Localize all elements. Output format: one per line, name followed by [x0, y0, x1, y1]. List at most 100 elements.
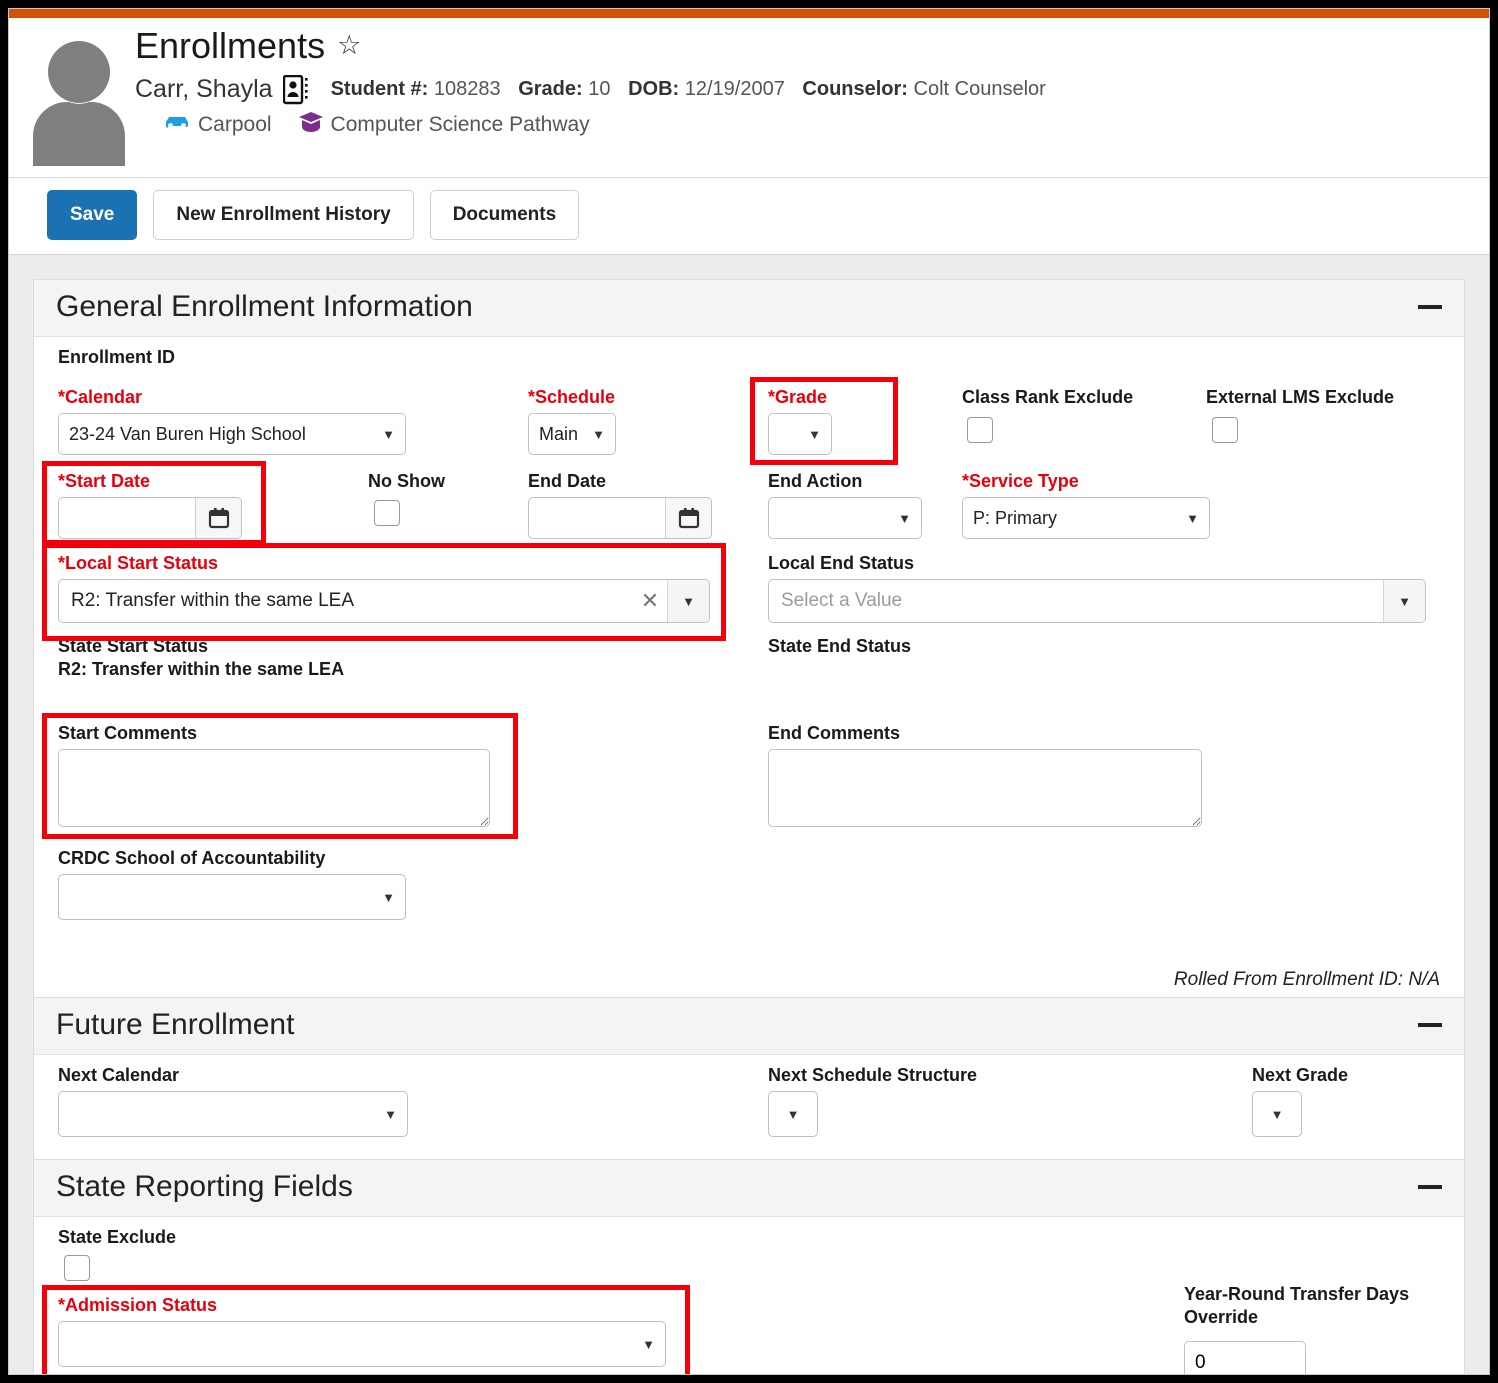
start-date-input[interactable] — [59, 498, 195, 538]
dob-label: DOB: — [628, 78, 680, 101]
future-enrollment-title: Future Enrollment — [56, 1008, 295, 1041]
avatar — [9, 26, 131, 171]
tag-carpool-label: Carpool — [198, 112, 272, 136]
grade-value: 10 — [588, 78, 611, 101]
clear-icon[interactable]: ✕ — [633, 580, 667, 622]
save-button[interactable]: Save — [47, 190, 138, 240]
state-exclude-label: State Exclude — [58, 1227, 177, 1247]
top-accent-bar — [9, 9, 1489, 18]
start-comments-textarea[interactable] — [58, 749, 490, 827]
next-calendar-select[interactable]: ▼ — [58, 1091, 408, 1137]
external-lms-exclude-checkbox[interactable] — [1212, 417, 1238, 443]
state-reporting-card: State Reporting Fields State Exclude *Ad… — [33, 1159, 1465, 1374]
calendar-label: *Calendar — [58, 387, 143, 407]
admission-status-select[interactable]: ▼ — [58, 1321, 666, 1367]
student-number-label: Student #: — [330, 78, 429, 101]
calendar-icon[interactable] — [665, 498, 711, 538]
crdc-school-label: CRDC School of Accountability — [58, 848, 326, 868]
no-show-label: No Show — [368, 471, 445, 491]
dob-value: 12/19/2007 — [684, 78, 785, 101]
start-comments-label: Start Comments — [58, 723, 198, 743]
end-action-label: End Action — [768, 471, 863, 491]
rolled-from-enrollment-id: Rolled From Enrollment ID: N/A — [1173, 969, 1440, 990]
tag-computer-science-pathway[interactable]: Computer Science Pathway — [298, 111, 590, 139]
admission-status-label: *Admission Status — [58, 1295, 218, 1315]
crdc-school-select[interactable]: ▼ — [58, 874, 406, 920]
service-type-select[interactable]: P: Primary ▼ — [962, 497, 1210, 539]
chevron-down-icon: ▼ — [808, 426, 821, 442]
minus-icon[interactable] — [1418, 305, 1442, 309]
next-grade-select[interactable]: ▼ — [1252, 1091, 1302, 1137]
state-reporting-body: State Exclude *Admission Status ▼ Year-R… — [34, 1217, 1464, 1374]
chevron-down-icon: ▼ — [382, 426, 395, 442]
action-toolbar: Save New Enrollment History Documents — [9, 178, 1489, 255]
grade-select[interactable]: ▼ — [768, 413, 832, 455]
class-rank-exclude-label: Class Rank Exclude — [962, 387, 1134, 407]
new-enrollment-history-button[interactable]: New Enrollment History — [153, 190, 414, 240]
chevron-down-icon: ▼ — [786, 1106, 800, 1122]
tag-pathway-label: Computer Science Pathway — [330, 112, 590, 136]
minus-icon[interactable] — [1418, 1185, 1442, 1189]
student-name: Carr, Shayla — [135, 75, 273, 104]
chevron-down-icon: ▼ — [384, 1106, 397, 1122]
end-date-input[interactable] — [529, 498, 665, 538]
calendar-icon[interactable] — [195, 498, 241, 538]
grade-select-label: *Grade — [768, 387, 828, 407]
app-window: Enrollments ☆ Carr, Shayla Student #: 10… — [8, 8, 1490, 1375]
tag-carpool[interactable]: Carpool — [163, 113, 272, 137]
chevron-down-icon[interactable]: ▼ — [667, 580, 709, 622]
chevron-down-icon: ▼ — [382, 889, 395, 905]
start-date-field[interactable] — [58, 497, 242, 539]
next-schedule-structure-label: Next Schedule Structure — [768, 1065, 978, 1085]
state-exclude-checkbox[interactable] — [64, 1255, 90, 1281]
form-area: General Enrollment Information Enrollmen… — [9, 255, 1489, 1374]
person-avatar-icon — [33, 41, 125, 166]
page-title: Enrollments — [135, 25, 326, 66]
counselor-label: Counselor: — [802, 78, 908, 101]
chevron-down-icon: ▼ — [898, 510, 911, 526]
general-enrollment-card: General Enrollment Information Enrollmen… — [33, 279, 1465, 997]
documents-button[interactable]: Documents — [429, 190, 580, 240]
calendar-value: 23-24 Van Buren High School — [69, 423, 306, 444]
schedule-select[interactable]: Main ▼ — [528, 413, 616, 455]
enrollment-id-label: Enrollment ID — [58, 347, 176, 367]
calendar-select[interactable]: 23-24 Van Buren High School ▼ — [58, 413, 406, 455]
general-enrollment-header: General Enrollment Information — [34, 280, 1464, 337]
year-round-transfer-days-field[interactable] — [1184, 1341, 1306, 1374]
class-rank-exclude-checkbox[interactable] — [967, 417, 993, 443]
chevron-down-icon: ▼ — [642, 1336, 655, 1352]
student-tags: Carpool Computer Science Pathway — [135, 111, 1489, 139]
year-round-transfer-days-label: Year-Round Transfer Days Override — [1184, 1284, 1410, 1327]
chevron-down-icon: ▼ — [1270, 1106, 1284, 1122]
general-enrollment-title: General Enrollment Information — [56, 290, 473, 323]
graduation-cap-icon — [298, 111, 324, 139]
service-type-value: P: Primary — [973, 507, 1058, 528]
id-card-icon[interactable] — [282, 74, 309, 105]
local-end-status-combo[interactable]: Select a Value ▼ — [768, 579, 1426, 623]
no-show-checkbox[interactable] — [374, 500, 400, 526]
next-calendar-label: Next Calendar — [58, 1065, 180, 1085]
star-icon[interactable]: ☆ — [337, 32, 361, 59]
chevron-down-icon: ▼ — [1186, 510, 1199, 526]
local-start-status-combo[interactable]: R2: Transfer within the same LEA ✕ ▼ — [58, 579, 710, 623]
end-comments-label: End Comments — [768, 723, 901, 743]
grade-label: Grade: — [518, 78, 583, 101]
student-meta: Student #: 108283 Grade: 10 DOB: 12/19/2… — [331, 78, 1046, 101]
general-enrollment-body: Enrollment ID *Calendar 23-24 Van Buren … — [34, 337, 1464, 997]
schedule-label: *Schedule — [528, 387, 616, 407]
future-enrollment-header: Future Enrollment — [34, 998, 1464, 1055]
end-date-field[interactable] — [528, 497, 712, 539]
state-reporting-title: State Reporting Fields — [56, 1170, 353, 1203]
next-schedule-structure-select[interactable]: ▼ — [768, 1091, 818, 1137]
local-end-status-placeholder: Select a Value — [781, 590, 903, 611]
end-comments-textarea[interactable] — [768, 749, 1202, 827]
end-action-select[interactable]: ▼ — [768, 497, 922, 539]
external-lms-exclude-label: External LMS Exclude — [1206, 387, 1395, 407]
minus-icon[interactable] — [1418, 1023, 1442, 1027]
state-start-status-label: State Start Status — [58, 636, 209, 656]
chevron-down-icon[interactable]: ▼ — [1383, 580, 1425, 622]
state-end-status-label: State End Status — [768, 636, 912, 656]
local-start-status-label: *Local Start Status — [58, 553, 219, 573]
schedule-value: Main — [539, 423, 579, 444]
year-round-transfer-days-input[interactable] — [1185, 1342, 1299, 1374]
